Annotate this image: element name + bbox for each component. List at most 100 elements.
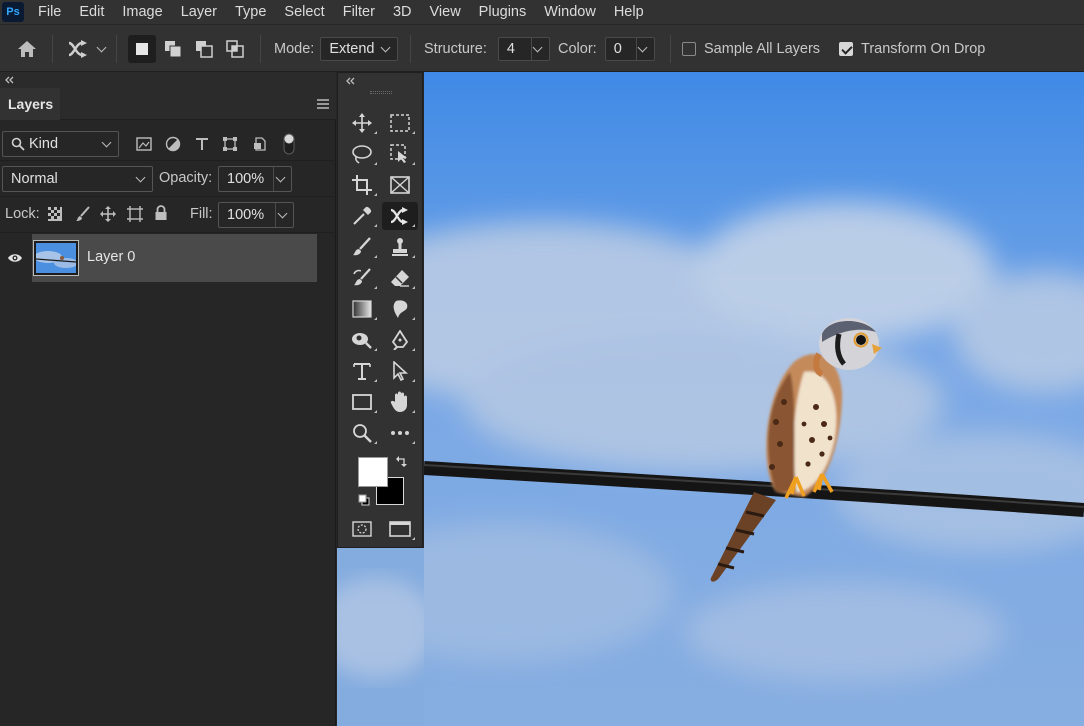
brush-tool[interactable] [344,233,380,261]
menu-window[interactable]: Window [535,0,605,24]
panel-menu-icon[interactable] [316,98,330,110]
chevron-down-icon [96,42,107,52]
add-to-selection-icon [165,41,182,58]
lock-image-pixels-icon[interactable] [75,206,91,222]
filter-toggle-icon[interactable] [283,133,295,155]
separator [260,35,261,63]
screen-mode-button[interactable] [382,515,418,543]
layer-thumbnail-image [34,243,78,273]
zoom-tool[interactable] [344,419,380,447]
clone-stamp-tool[interactable] [382,233,418,261]
lasso-icon [352,145,372,164]
history-brush-tool[interactable] [344,264,380,292]
sample-all-layers-option[interactable]: Sample All Layers [682,25,820,73]
color-dropdown[interactable]: 0 [604,37,655,61]
layer-row[interactable]: Layer 0 [0,234,317,282]
new-selection-button[interactable] [128,35,156,63]
content-aware-move-tool[interactable] [382,202,418,230]
menu-filter[interactable]: Filter [334,0,384,24]
menu-file[interactable]: File [24,0,70,24]
lasso-tool[interactable] [344,140,380,168]
crop-tool[interactable] [344,171,380,199]
kestrel-photo [424,72,1084,726]
transform-on-drop-option[interactable]: Transform On Drop [839,25,985,73]
add-to-selection-button[interactable] [159,35,187,63]
lock-transparent-pixels-icon[interactable] [48,207,62,221]
lock-artboard-icon[interactable] [127,206,143,222]
separator [275,203,276,227]
pen-tool[interactable] [382,326,418,354]
hand-tool[interactable] [382,388,418,416]
menu-view[interactable]: View [421,0,470,24]
filter-smart-objects-icon[interactable] [252,136,268,152]
rectangular-marquee-tool[interactable] [382,109,418,137]
filter-adjustment-layers-icon[interactable] [165,136,181,152]
type-icon [353,363,371,380]
color-label: Color: [558,41,597,57]
canvas-sky-fragment [337,548,424,726]
opacity-label: Opacity: [159,170,213,186]
type-tool[interactable] [344,357,380,385]
rectangle-tool[interactable] [344,388,380,416]
menu-image[interactable]: Image [113,0,171,24]
object-selection-tool[interactable] [382,140,418,168]
opacity-field[interactable]: 100% [218,166,292,192]
edit-toolbar-button[interactable] [382,419,418,447]
collapse-arrows-icon[interactable] [4,75,14,85]
intersect-selection-button[interactable] [221,35,249,63]
menu-help[interactable]: Help [605,0,653,24]
dodge-tool[interactable] [344,326,380,354]
menu-plugins[interactable]: Plugins [470,0,536,24]
frame-icon [390,176,410,194]
filter-shape-layers-icon[interactable] [222,136,238,152]
chevron-down-icon [277,208,288,219]
subtract-from-selection-button[interactable] [190,35,218,63]
transform-on-drop-label: Transform On Drop [861,41,986,57]
swap-colors-icon[interactable] [396,455,408,467]
tool-preset-picker[interactable] [66,25,107,73]
document-canvas-lower[interactable] [337,548,424,726]
lock-all-icon[interactable] [154,205,168,221]
frame-tool[interactable] [382,171,418,199]
panel-collapse-bar[interactable] [0,72,336,88]
filter-kind-dropdown[interactable]: Kind [2,131,119,157]
lock-position-icon[interactable] [100,206,116,222]
photoshop-logo[interactable]: Ps [2,2,24,22]
eyedropper-tool[interactable] [344,202,380,230]
menu-edit[interactable]: Edit [70,0,113,24]
filter-pixel-layers-icon[interactable] [136,137,152,151]
sample-all-layers-checkbox[interactable] [682,42,696,56]
document-canvas[interactable] [424,72,1084,726]
menu-layer[interactable]: Layer [172,0,226,24]
tab-layers[interactable]: Layers [0,88,60,120]
transform-on-drop-checkbox[interactable] [839,42,853,56]
path-selection-tool[interactable] [382,357,418,385]
new-selection-icon [136,43,148,55]
content-aware-move-icon [390,207,408,225]
layer-thumbnail[interactable] [33,240,79,276]
home-button[interactable] [16,25,38,73]
chevron-down-icon [101,137,112,148]
menu-3d[interactable]: 3D [384,0,421,24]
eye-icon[interactable] [7,252,23,264]
gradient-tool[interactable] [344,295,380,323]
fill-label: Fill: [190,206,213,222]
blur-tool[interactable] [382,295,418,323]
structure-dropdown[interactable]: 4 [497,37,550,61]
blend-mode-dropdown[interactable]: Normal [2,166,153,192]
layer-name[interactable]: Layer 0 [87,249,135,265]
quick-mask-button[interactable] [344,515,380,543]
filter-type-layers-icon[interactable] [194,136,210,152]
screen-mode-icon [389,521,411,537]
collapse-arrows-icon[interactable] [345,76,355,86]
panel-grip[interactable] [370,91,392,94]
fill-field[interactable]: 100% [218,202,294,228]
quick-mask-icon [352,521,372,537]
mode-dropdown[interactable]: Extend [320,37,399,61]
default-colors-icon[interactable] [358,494,370,506]
move-tool[interactable] [344,109,380,137]
eraser-tool[interactable] [382,264,418,292]
foreground-color-swatch[interactable] [358,457,388,487]
menu-type[interactable]: Type [226,0,275,24]
menu-select[interactable]: Select [275,0,333,24]
